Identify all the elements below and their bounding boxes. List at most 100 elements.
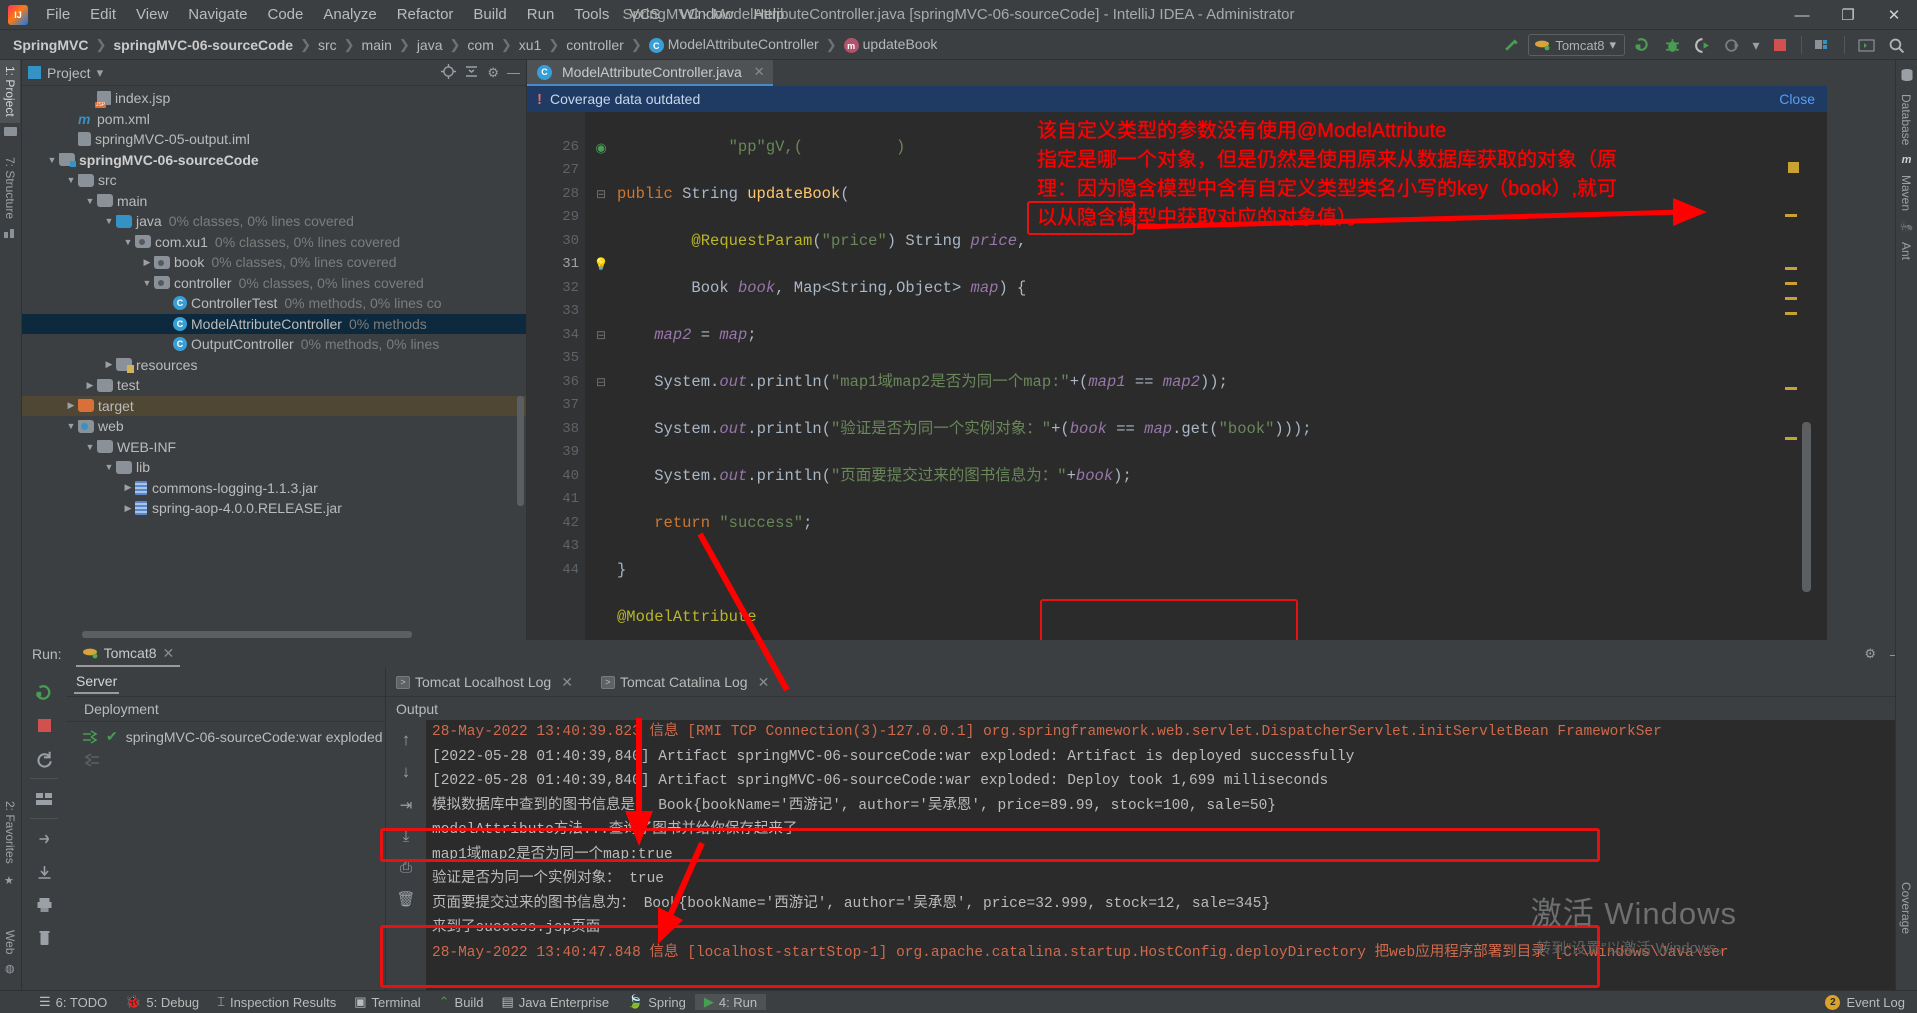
print-icon[interactable] bbox=[22, 888, 66, 921]
collapse-all-icon[interactable] bbox=[464, 64, 479, 82]
event-log-label[interactable]: Event Log bbox=[1846, 995, 1905, 1010]
build-hammer-icon[interactable] bbox=[1498, 33, 1524, 57]
editor-vertical-scrollbar[interactable] bbox=[1802, 422, 1811, 592]
chevron-down-icon[interactable]: ▼ bbox=[83, 196, 97, 206]
subtab-server[interactable]: Server bbox=[74, 670, 120, 694]
subtab-tomcat-localhost-log[interactable]: > Tomcat Localhost Log ✕ bbox=[394, 671, 575, 694]
marker-tick[interactable] bbox=[1785, 282, 1797, 285]
chevron-right-icon[interactable]: ▶ bbox=[64, 400, 78, 411]
restart-icon[interactable] bbox=[22, 742, 66, 775]
sidebar-tab-web[interactable]: Web bbox=[0, 924, 20, 960]
breadcrumb-module[interactable]: springMVC-06-sourceCode bbox=[110, 35, 296, 55]
sidebar-tab-coverage[interactable]: Coverage bbox=[1896, 876, 1916, 940]
menu-analyze[interactable]: Analyze bbox=[313, 2, 386, 27]
run-icon[interactable] bbox=[1629, 33, 1655, 57]
layout-icon[interactable] bbox=[22, 782, 66, 815]
maximize-button[interactable]: ❐ bbox=[1825, 0, 1871, 30]
coverage-icon[interactable]: ◉ bbox=[585, 136, 617, 160]
code-editor[interactable]: 26 27 28 29 30 31 32 33 34 35 36 37 38 39 40 41 42 43 44 ◉… bbox=[527, 112, 1827, 640]
bulb-icon[interactable]: 💡 bbox=[585, 253, 617, 277]
tree-node-commons-logging-1-1-3-jar[interactable]: ▶ commons-logging-1.1.3.jar bbox=[22, 478, 526, 499]
soft-wrap-icon[interactable]: ⇥ bbox=[386, 782, 426, 814]
sidebar-tab-project[interactable]: 1: Project bbox=[0, 60, 20, 123]
tree-node-controller[interactable]: ▼ controller 0% classes, 0% lines covered bbox=[22, 273, 526, 294]
tree-node-resources[interactable]: ▶ resources bbox=[22, 355, 526, 376]
tree-node-java[interactable]: ▼ java 0% classes, 0% lines covered bbox=[22, 211, 526, 232]
chevron-right-icon[interactable]: ▶ bbox=[83, 380, 97, 391]
chevron-down-icon[interactable]: ▾ bbox=[1749, 33, 1763, 57]
sidebar-tab-ant[interactable]: Ant bbox=[1896, 236, 1916, 266]
chevron-down-icon[interactable]: ▼ bbox=[83, 442, 97, 452]
marker-tick[interactable] bbox=[1785, 312, 1797, 315]
marker-tick[interactable] bbox=[1785, 387, 1797, 390]
menu-build[interactable]: Build bbox=[463, 2, 516, 27]
gutter-markers[interactable]: ◉ ⊟ 💡 ⊟ ⊟ bbox=[585, 112, 617, 582]
marker-tick[interactable] bbox=[1785, 267, 1797, 270]
tree-node-pom-xml[interactable]: ▶mpom.xml bbox=[22, 109, 526, 130]
close-icon[interactable]: ✕ bbox=[163, 645, 175, 662]
chevron-down-icon[interactable]: ▼ bbox=[102, 462, 116, 472]
tree-node-test[interactable]: ▶ test bbox=[22, 375, 526, 396]
tree-node-com-xu1[interactable]: ▼ com.xu1 0% classes, 0% lines covered bbox=[22, 232, 526, 253]
close-icon[interactable]: ✕ bbox=[754, 64, 765, 80]
marker-tick[interactable] bbox=[1785, 437, 1797, 440]
chevron-down-icon[interactable]: ▼ bbox=[102, 216, 116, 226]
fold-icon[interactable]: ⊟ bbox=[585, 183, 617, 207]
trash-icon[interactable]: 🗑 bbox=[386, 876, 426, 908]
status-item-java-enterprise[interactable]: ▤ Java Enterprise bbox=[492, 994, 618, 1010]
close-window-button[interactable]: ✕ bbox=[1871, 0, 1917, 30]
hide-panel-icon[interactable]: — bbox=[507, 65, 520, 80]
breadcrumb-method[interactable]: m updateBook bbox=[841, 34, 941, 56]
rerun-icon[interactable] bbox=[22, 676, 66, 709]
chevron-right-icon[interactable]: ▶ bbox=[102, 359, 116, 370]
menu-vcs[interactable]: VCS bbox=[619, 2, 670, 27]
scroll-to-end-icon[interactable] bbox=[22, 855, 66, 888]
tree-node-book[interactable]: ▶ book 0% classes, 0% lines covered bbox=[22, 252, 526, 273]
menu-help[interactable]: Help bbox=[744, 2, 795, 27]
chevron-down-icon[interactable]: ▼ bbox=[64, 175, 78, 185]
chevron-right-icon[interactable]: ▶ bbox=[121, 503, 135, 514]
chevron-down-icon[interactable]: ▼ bbox=[64, 421, 78, 431]
breadcrumb-com[interactable]: com bbox=[464, 35, 496, 55]
breadcrumb-class[interactable]: C ModelAttributeController bbox=[646, 34, 822, 56]
status-item-inspection-results[interactable]: ⌶ Inspection Results bbox=[208, 994, 345, 1010]
tree-node-springmvc-06-sourcecode[interactable]: ▼ springMVC-06-sourceCode bbox=[22, 150, 526, 171]
editor-tab-modelattributecontroller[interactable]: C ModelAttributeController.java ✕ bbox=[527, 60, 773, 86]
trash-icon[interactable] bbox=[22, 921, 66, 954]
menu-view[interactable]: View bbox=[126, 2, 178, 27]
menu-file[interactable]: File bbox=[36, 2, 80, 27]
subtab-tomcat-catalina-log[interactable]: > Tomcat Catalina Log ✕ bbox=[599, 671, 771, 694]
tree-node-modelattributecontroller[interactable]: ▶CModelAttributeController0% methods bbox=[22, 313, 526, 334]
close-icon[interactable]: ✕ bbox=[758, 674, 770, 691]
scroll-to-end-icon[interactable]: ⤓ bbox=[386, 814, 426, 845]
sidebar-tab-structure[interactable]: 7: Structure bbox=[0, 151, 20, 225]
tree-node-src[interactable]: ▼ src bbox=[22, 170, 526, 191]
coverage-banner-close-link[interactable]: Close bbox=[1779, 91, 1815, 107]
status-item-debug[interactable]: 🐞 5: Debug bbox=[116, 994, 208, 1010]
scroll-down-icon[interactable]: ↓ bbox=[386, 750, 426, 782]
tree-node-springmvc-05-output-iml[interactable]: ▶springMVC-05-output.iml bbox=[22, 129, 526, 150]
tree-vertical-scrollbar[interactable] bbox=[517, 396, 524, 506]
menu-run[interactable]: Run bbox=[517, 2, 565, 27]
tree-node-lib[interactable]: ▼ lib bbox=[22, 457, 526, 478]
fold-icon[interactable]: ⊟ bbox=[585, 371, 617, 395]
project-tree[interactable]: ▶index.jsp▶mpom.xml▶springMVC-05-output.… bbox=[22, 86, 526, 638]
run-tab-tomcat8[interactable]: Tomcat8 ✕ bbox=[75, 642, 181, 667]
breadcrumb-project[interactable]: SpringMVC bbox=[10, 35, 91, 55]
status-item-spring[interactable]: 🍃 Spring bbox=[618, 994, 695, 1010]
run-with-coverage-icon[interactable] bbox=[1689, 33, 1715, 57]
profiler-icon[interactable] bbox=[1719, 33, 1745, 57]
chevron-down-icon[interactable]: ▼ bbox=[140, 278, 154, 288]
marker-tick[interactable] bbox=[1785, 297, 1797, 300]
minimize-button[interactable]: — bbox=[1779, 0, 1825, 30]
tree-node-controllertest[interactable]: ▶CControllerTest0% methods, 0% lines co bbox=[22, 293, 526, 314]
tree-horizontal-scrollbar[interactable] bbox=[82, 631, 412, 638]
status-item-build[interactable]: ⌃ Build bbox=[430, 994, 493, 1010]
tree-node-web-inf[interactable]: ▼ WEB-INF bbox=[22, 437, 526, 458]
menu-navigate[interactable]: Navigate bbox=[178, 2, 257, 27]
settings-gear-icon[interactable]: ⚙ bbox=[487, 65, 499, 81]
chevron-right-icon[interactable]: ▶ bbox=[140, 257, 154, 268]
debug-icon[interactable] bbox=[1659, 33, 1685, 57]
menu-code[interactable]: Code bbox=[257, 2, 313, 27]
print-icon[interactable]: ⎙ bbox=[386, 845, 426, 876]
